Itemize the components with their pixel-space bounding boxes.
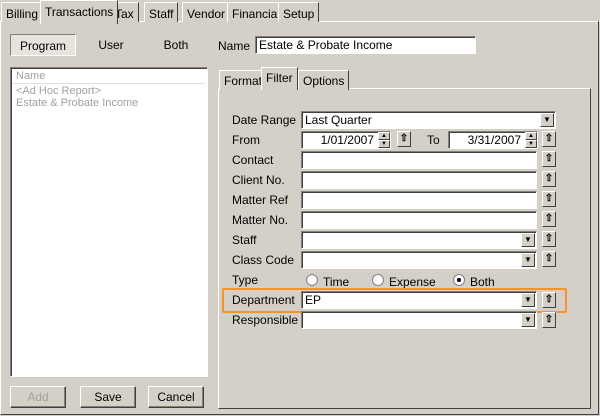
chevron-down-icon[interactable]: ▼ [521, 233, 535, 247]
staff-label: Staff [232, 233, 257, 247]
radio-time-label: Time [323, 275, 350, 289]
list-header: Name [13, 70, 205, 84]
save-button[interactable]: Save [80, 386, 136, 408]
spin-arrows-icon[interactable]: ▲ ▼ [525, 132, 537, 148]
tab-label: Financial [232, 7, 281, 21]
client-no-input[interactable] [301, 171, 537, 189]
matter-ref-label: Matter Ref [232, 193, 289, 207]
contact-label: Contact [232, 153, 274, 167]
date-range-select[interactable]: Last Quarter [301, 111, 556, 129]
name-label: Name [218, 39, 251, 53]
radio-time[interactable] [306, 274, 318, 286]
report-name-input[interactable]: Estate & Probate Income [255, 36, 476, 54]
both-toggle-button[interactable]: Both [152, 34, 200, 56]
up-arrow-lookup-icon[interactable]: ⇧ [542, 151, 556, 167]
responsible-select[interactable] [301, 311, 537, 329]
tab-transactions[interactable]: Transactions [40, 0, 119, 24]
from-label: From [232, 133, 260, 147]
tab-options[interactable]: Options [298, 70, 350, 90]
up-arrow-lookup-icon[interactable]: ⇧ [542, 231, 556, 247]
radio-both[interactable] [453, 274, 465, 286]
up-arrow-lookup-icon[interactable]: ⇧ [542, 292, 556, 308]
department-select[interactable]: EP [301, 291, 537, 309]
matter-no-input[interactable] [301, 211, 537, 229]
up-arrow-lookup-icon[interactable]: ⇧ [542, 211, 556, 227]
spin-arrows-icon[interactable]: ▲ ▼ [378, 132, 390, 148]
report-list[interactable]: Name <Ad Hoc Report> Estate & Probate In… [10, 67, 208, 377]
type-label: Type [232, 273, 259, 287]
list-item[interactable]: <Ad Hoc Report> [16, 85, 101, 97]
chevron-down-icon[interactable]: ▼ [521, 293, 535, 307]
tab-setup[interactable]: Setup [278, 2, 320, 22]
tab-label: Transactions [45, 5, 114, 19]
to-label: To [427, 133, 440, 147]
client-no-label: Client No. [232, 173, 285, 187]
tab-format[interactable]: Format [219, 70, 268, 90]
tab-billing[interactable]: Billing [1, 2, 44, 22]
up-arrow-lookup-icon[interactable]: ⇧ [397, 131, 411, 147]
tab-label: Vendor [187, 7, 226, 21]
tab-staff[interactable]: Staff [144, 2, 179, 22]
user-toggle-button[interactable]: User [88, 34, 134, 56]
add-button[interactable]: Add [10, 386, 66, 408]
class-code-label: Class Code [232, 253, 295, 267]
contact-input[interactable] [301, 151, 537, 169]
tab-label: Setup [283, 7, 315, 21]
tab-filter[interactable]: Filter [261, 67, 298, 90]
up-arrow-lookup-icon[interactable]: ⇧ [542, 312, 556, 328]
up-arrow-lookup-icon[interactable]: ⇧ [542, 171, 556, 187]
program-toggle-button[interactable]: Program [10, 34, 76, 56]
department-label: Department [232, 293, 295, 307]
tab-vendor[interactable]: Vendor [182, 2, 231, 22]
radio-both-label: Both [470, 275, 495, 289]
class-code-select[interactable] [301, 251, 537, 269]
up-arrow-lookup-icon[interactable]: ⇧ [542, 251, 556, 267]
tab-financial[interactable]: Financial [227, 2, 286, 22]
chevron-down-icon[interactable]: ▼ [521, 313, 535, 327]
radio-expense[interactable] [372, 274, 384, 286]
tab-label: Billing [6, 7, 39, 21]
up-arrow-lookup-icon[interactable]: ⇧ [542, 191, 556, 207]
list-item[interactable]: Estate & Probate Income [16, 97, 138, 109]
up-arrow-lookup-icon[interactable]: ⇧ [542, 131, 556, 147]
chevron-down-icon[interactable]: ▼ [540, 113, 554, 127]
cancel-button[interactable]: Cancel [148, 386, 204, 408]
matter-no-label: Matter No. [232, 213, 289, 227]
date-range-label: Date Range [232, 113, 297, 127]
responsible-label: Responsible [232, 313, 299, 327]
radio-expense-label: Expense [389, 275, 436, 289]
staff-select[interactable] [301, 231, 537, 249]
tab-label: Staff [149, 7, 174, 21]
chevron-down-icon[interactable]: ▼ [521, 253, 535, 267]
matter-ref-input[interactable] [301, 191, 537, 209]
